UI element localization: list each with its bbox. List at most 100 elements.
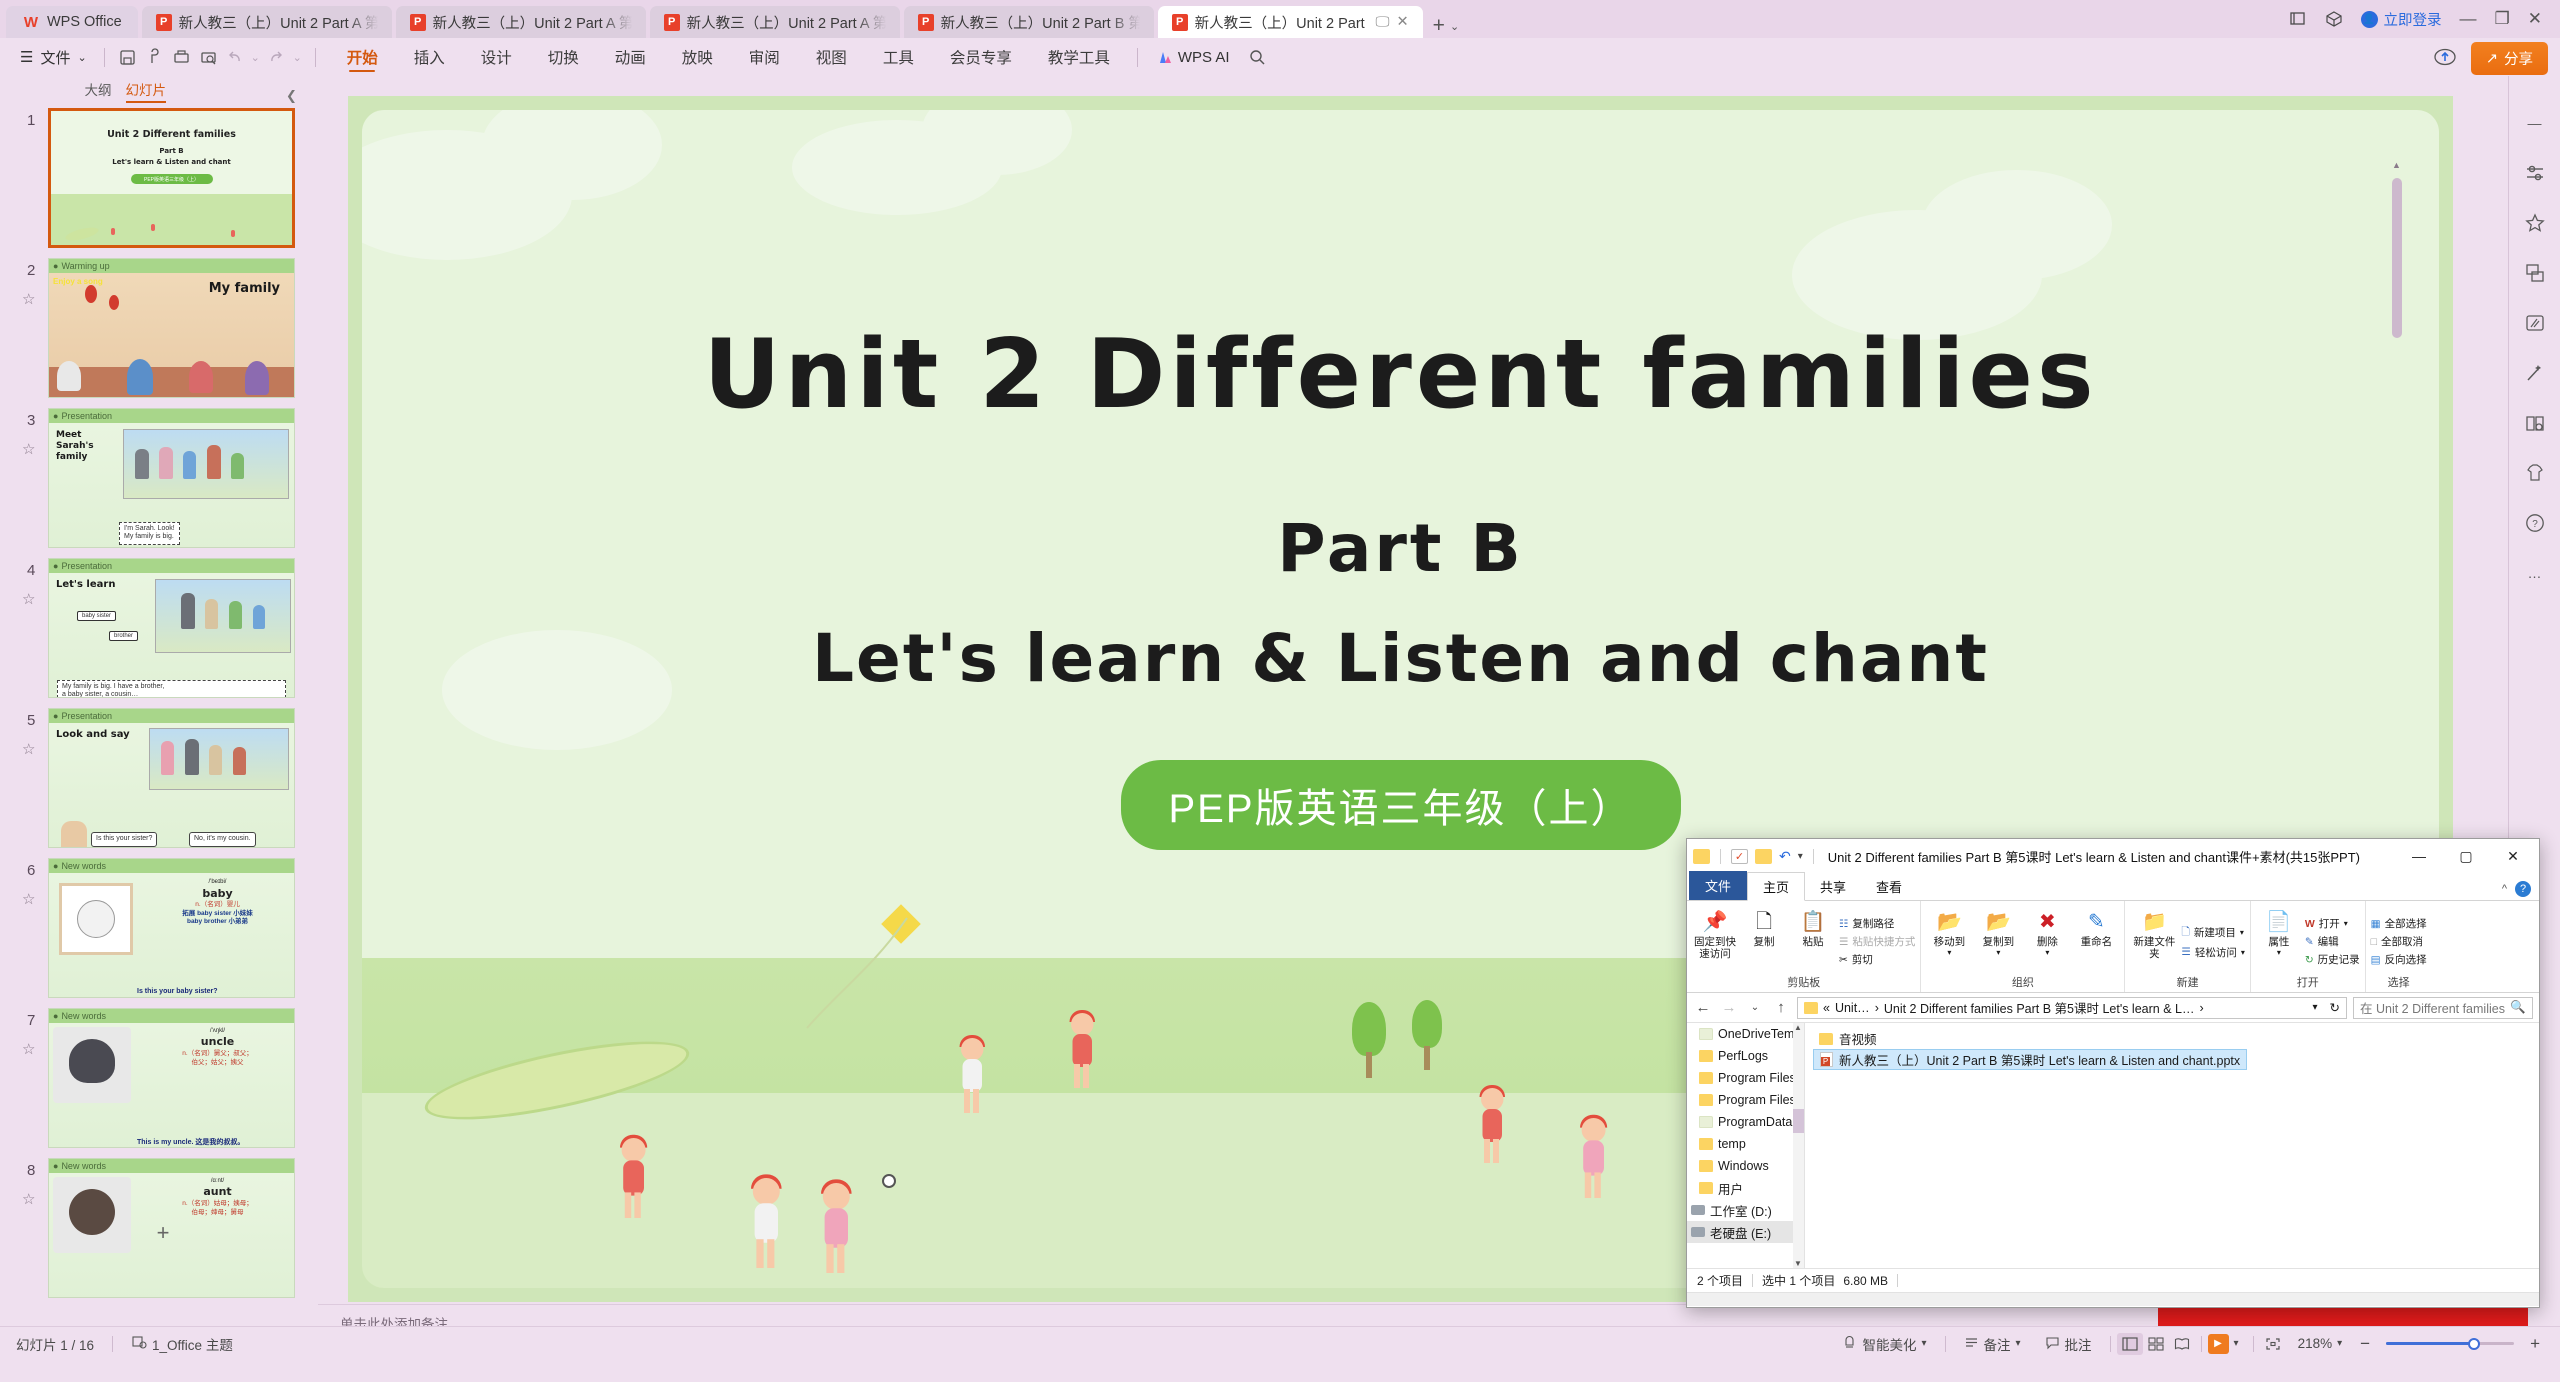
help-icon[interactable]: ? xyxy=(2515,881,2531,897)
file-item-folder[interactable]: 音视频 xyxy=(1813,1028,1883,1049)
explorer-maximize-button[interactable]: ▢ xyxy=(2446,841,2486,871)
tab-doc-4[interactable]: P 新人教三（上）Unit 2 Part B 第4课时 xyxy=(904,6,1154,38)
new-folder-button[interactable]: 📁 新建文件夹 xyxy=(2130,904,2178,974)
menu-tools[interactable]: 工具 xyxy=(865,38,932,76)
zoom-in-button[interactable]: + xyxy=(2524,1334,2546,1354)
help-circle-icon[interactable]: ? xyxy=(2522,510,2548,536)
slide-thumbnail-7[interactable]: ● New words /'ʌŋkl/ uncle n.（名词）舅父；叔父； 伯… xyxy=(48,1008,295,1148)
tab-doc-1[interactable]: P 新人教三（上）Unit 2 Part A 第1课时 xyxy=(142,6,392,38)
search-input[interactable]: 在 Unit 2 Different families Part … 🔍 xyxy=(2353,997,2533,1019)
customize-qat-icon[interactable]: ▾ xyxy=(1798,851,1803,862)
history-button[interactable]: ↻ 历史记录 xyxy=(2305,952,2360,967)
menu-transition[interactable]: 切换 xyxy=(530,38,597,76)
book-search-icon[interactable] xyxy=(2522,410,2548,436)
tab-doc-3[interactable]: P 新人教三（上）Unit 2 Part A 第3课时 xyxy=(650,6,900,38)
zoom-level[interactable]: 218% ▾ xyxy=(2286,1336,2355,1351)
slide-thumbnail-2[interactable]: ● Warming up Enjoy a song My family xyxy=(48,258,295,398)
thumbnail-row[interactable]: 7 ☆ ● New words /'ʌŋkl/ uncle n.（名词）舅父；叔… xyxy=(0,1004,318,1152)
share-button[interactable]: ↗ 分享 xyxy=(2471,42,2548,75)
nav-item-programdata[interactable]: ProgramData xyxy=(1687,1111,1804,1133)
thumbnail-row[interactable]: 1 Unit 2 Different families Part B Let's… xyxy=(0,104,318,252)
back-button[interactable]: ← xyxy=(1693,999,1713,1016)
print-icon[interactable] xyxy=(168,44,195,70)
cube-3d-icon[interactable] xyxy=(2325,10,2343,28)
explorer-file-list[interactable]: 音视频 新人教三（上）Unit 2 Part B 第5课时 Let's lear… xyxy=(1805,1023,2539,1268)
menu-view[interactable]: 视图 xyxy=(798,38,865,76)
rename-button[interactable]: ✎ 重命名 xyxy=(2073,904,2119,974)
explorer-minimize-button[interactable]: — xyxy=(2399,841,2439,871)
slide-thumbnail-5[interactable]: ● Presentation Look and say Is this your… xyxy=(48,708,295,848)
pin-to-quick-access-button[interactable]: 📌 固定到快速访问 xyxy=(1692,904,1738,974)
cloud-save-icon[interactable] xyxy=(141,44,168,70)
recent-locations-button[interactable]: ⌄ xyxy=(1745,1002,1765,1013)
new-folder-quick-icon[interactable] xyxy=(1755,849,1772,864)
file-item-pptx-selected[interactable]: 新人教三（上）Unit 2 Part B 第5课时 Let's learn & … xyxy=(1813,1049,2247,1070)
nav-scrollbar[interactable]: ▲ ▼ xyxy=(1793,1023,1804,1268)
apparel-icon[interactable] xyxy=(2522,460,2548,486)
start-slideshow-button[interactable]: ▶ xyxy=(2208,1334,2229,1354)
menu-design[interactable]: 设计 xyxy=(463,38,530,76)
nav-item-drive-e[interactable]: 老硬盘 (E:) xyxy=(1687,1221,1804,1243)
menu-start[interactable]: 开始 xyxy=(329,38,396,76)
nav-item-onedrivetemp[interactable]: OneDriveTemp xyxy=(1687,1023,1804,1045)
thumbnail-row[interactable]: 5 ☆ ● Presentation Look and say Is this … xyxy=(0,704,318,852)
invert-selection-button[interactable]: ▤ 反向选择 xyxy=(2371,952,2427,967)
menu-slideshow[interactable]: 放映 xyxy=(664,38,731,76)
fit-to-window-button[interactable] xyxy=(2260,1333,2286,1355)
forward-button[interactable]: → xyxy=(1719,999,1739,1016)
nav-item-perflogs[interactable]: PerfLogs xyxy=(1687,1045,1804,1067)
open-button[interactable]: W 打开 ▾ xyxy=(2305,916,2360,931)
more-quick-access-icon[interactable]: ⌄ xyxy=(289,44,306,70)
select-none-button[interactable]: □ 全部取消 xyxy=(2371,934,2427,949)
file-menu-button[interactable]: ☰ 文件 ⌄ xyxy=(12,47,95,68)
menu-member[interactable]: 会员专享 xyxy=(932,38,1030,76)
scroll-up-arrow[interactable]: ▲ xyxy=(1794,1023,1802,1032)
breadcrumb-part-2[interactable]: Unit 2 Different families Part B 第5课时 Le… xyxy=(1884,998,2195,1017)
slide-thumbnail-4[interactable]: ● Presentation Let's learn baby sister b… xyxy=(48,558,295,698)
slide-thumbnail-1[interactable]: Unit 2 Different families Part B Let's l… xyxy=(48,108,295,248)
explorer-tab-share[interactable]: 共享 xyxy=(1805,873,1861,900)
zoom-slider[interactable] xyxy=(2386,1342,2514,1345)
maximize-button[interactable]: ❐ xyxy=(2495,9,2510,29)
zoom-out-button[interactable]: − xyxy=(2354,1334,2376,1354)
undo-dropdown-icon[interactable]: ⌄ xyxy=(249,44,262,70)
new-item-button[interactable]: 🗋 新建项目 ▾ xyxy=(2181,924,2244,942)
layers-icon[interactable] xyxy=(2522,260,2548,286)
nav-item-users[interactable]: 用户 xyxy=(1687,1177,1804,1199)
add-slide-button[interactable]: + xyxy=(148,1218,178,1248)
tab-outline[interactable]: 大纲 xyxy=(85,79,112,99)
explorer-tab-view[interactable]: 查看 xyxy=(1861,873,1917,900)
folder-icon[interactable] xyxy=(1693,849,1710,864)
undo-quick-icon[interactable]: ↶ xyxy=(1779,848,1791,865)
paste-shortcut-button[interactable]: ☰ 粘贴快捷方式 xyxy=(1839,934,1915,949)
thumbnail-row[interactable]: 4 ☆ ● Presentation Let's learn baby sist… xyxy=(0,554,318,702)
smart-beautify-button[interactable]: 智能美化 ▾ xyxy=(1830,1334,1938,1354)
cloud-upload-icon[interactable] xyxy=(2433,46,2457,71)
print-preview-icon[interactable] xyxy=(195,44,222,70)
scroll-thumb[interactable] xyxy=(2392,178,2402,338)
copy-to-button[interactable]: 📂 复制到 ▾ xyxy=(1975,904,2021,974)
tab-monitor-icon[interactable]: 🖵 xyxy=(1376,14,1390,30)
login-button[interactable]: 👤 立即登录 xyxy=(2361,9,2442,30)
slideshow-dropdown-icon[interactable]: ▾ xyxy=(2229,1338,2247,1349)
address-dropdown-icon[interactable]: ▾ xyxy=(2312,1002,2317,1013)
thumbnail-row[interactable]: 6 ☆ ● New words /'beɪbi/ baby n.（名词）婴儿 拓… xyxy=(0,854,318,1002)
properties-button[interactable]: 📄 属性 ▾ xyxy=(2256,904,2302,974)
slide-thumbnail-panel[interactable]: 1 Unit 2 Different families Part B Let's… xyxy=(0,104,318,1300)
explorer-nav-pane[interactable]: OneDriveTemp PerfLogs Program Files Prog… xyxy=(1687,1023,1805,1268)
thumbnail-row[interactable]: 3 ☆ ● Presentation Meet Sarah's family I… xyxy=(0,404,318,552)
explorer-close-button[interactable]: ✕ xyxy=(2493,841,2533,871)
cut-button[interactable]: ✂ 剪切 xyxy=(1839,952,1915,967)
more-dots-icon[interactable]: … xyxy=(2522,560,2548,586)
nav-item-drive-d[interactable]: 工作室 (D:) xyxy=(1687,1199,1804,1221)
properties-quick-icon[interactable]: ✓ xyxy=(1731,849,1748,864)
undo-icon[interactable] xyxy=(222,44,249,70)
scroll-thumb[interactable] xyxy=(1793,1109,1804,1133)
view-slide-sorter-button[interactable] xyxy=(2143,1333,2169,1355)
tab-doc-2[interactable]: P 新人教三（上）Unit 2 Part A 第2课时 xyxy=(396,6,646,38)
comments-button[interactable]: 批注 xyxy=(2033,1334,2104,1354)
view-normal-button[interactable] xyxy=(2117,1333,2143,1355)
tab-wps-office[interactable]: W WPS Office xyxy=(6,6,138,38)
collapse-panel-icon[interactable]: ❮ xyxy=(286,88,297,104)
menu-review[interactable]: 审阅 xyxy=(731,38,798,76)
